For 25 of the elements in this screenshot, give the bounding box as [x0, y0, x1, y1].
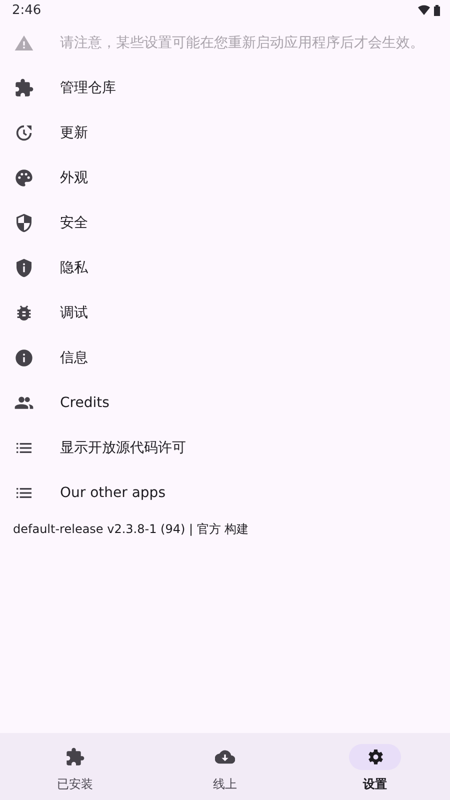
- setting-label[interactable]: Credits: [60, 394, 110, 410]
- status-time: 2:46: [12, 2, 42, 18]
- nav-tab[interactable]: 线上: [150, 733, 300, 800]
- nav-tab[interactable]: 已安装: [0, 733, 150, 800]
- setting-label[interactable]: 显示开放源代码许可: [60, 438, 186, 456]
- setting-label[interactable]: 管理仓库: [60, 78, 116, 96]
- wifi-icon: [418, 5, 430, 15]
- puzzle-icon: [65, 747, 85, 767]
- puzzle-icon: [14, 78, 34, 98]
- setting-label[interactable]: 外观: [60, 168, 88, 186]
- version-text: default-release v2.3.8-1 (94) | 官方 构建: [12, 521, 250, 538]
- setting-label[interactable]: Our other apps: [60, 484, 166, 500]
- shield-icon: [14, 212, 34, 232]
- shield-icon: [14, 258, 34, 278]
- update-icon: [14, 122, 34, 142]
- info-icon: [14, 348, 34, 368]
- battery-icon: [434, 4, 440, 16]
- setting-label[interactable]: 隐私: [60, 258, 88, 276]
- notice-text: 请注意，某些设置可能在您重新启动应用程序后才会生效。: [60, 34, 424, 52]
- palette-icon: [14, 168, 34, 188]
- setting-label[interactable]: 调试: [60, 304, 88, 322]
- setting-label[interactable]: 安全: [60, 214, 88, 232]
- nav-tab[interactable]: 设置: [300, 733, 450, 800]
- setting-label[interactable]: 信息: [60, 348, 88, 366]
- setting-label[interactable]: 更新: [60, 124, 88, 142]
